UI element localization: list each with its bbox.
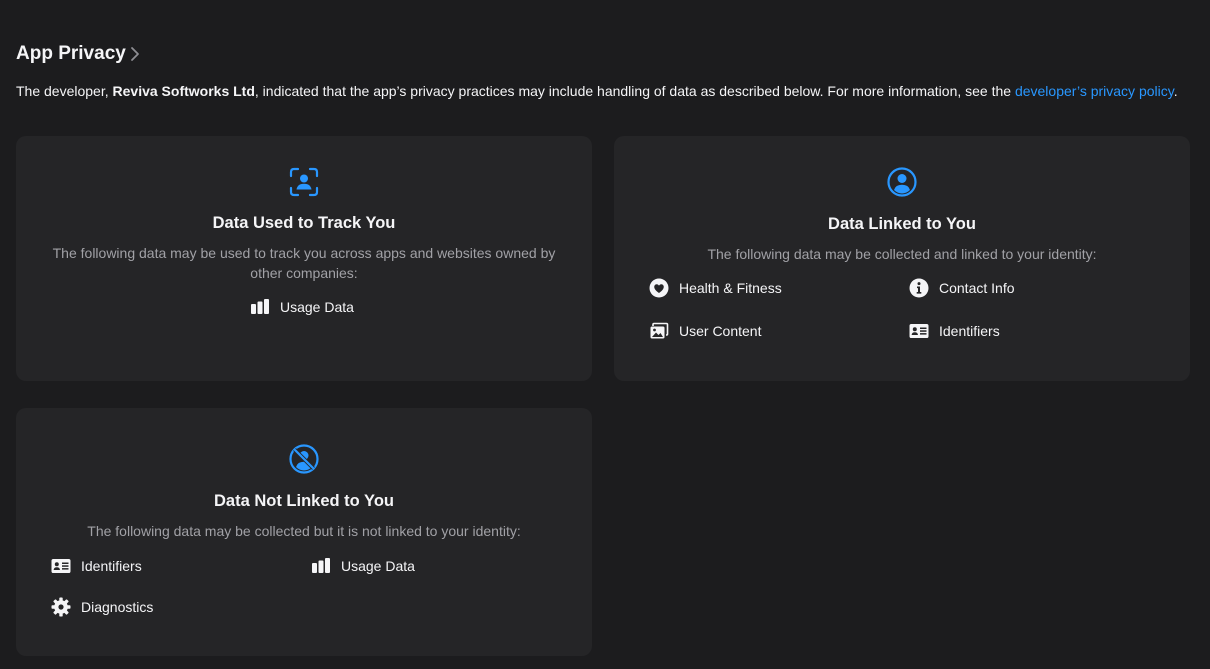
- card-data-not-linked-to-you: Data Not Linked to You The following dat…: [16, 408, 592, 656]
- info-icon: [909, 278, 929, 298]
- item-label: Usage Data: [280, 299, 354, 315]
- list-item-user-content: User Content: [649, 321, 761, 341]
- list-item-identifiers: Identifiers: [51, 556, 142, 576]
- card-data-linked-to-you: Data Linked to You The following data ma…: [614, 136, 1190, 381]
- card-data-used-to-track-you: Data Used to Track You The following dat…: [16, 136, 592, 381]
- card-description: The following data may be collected but …: [87, 523, 521, 539]
- list-item-contact-info: Contact Info: [909, 278, 1015, 298]
- chevron-right-icon: [130, 47, 139, 61]
- item-label: User Content: [679, 323, 762, 339]
- intro-text-end: .: [1173, 83, 1178, 99]
- item-label: Contact Info: [939, 280, 1015, 296]
- list-item-health-fitness: Health & Fitness: [649, 278, 782, 298]
- card-title: Data Linked to You: [828, 215, 976, 233]
- app-privacy-header[interactable]: App Privacy: [16, 43, 140, 65]
- item-label: Identifiers: [939, 323, 1000, 339]
- gear-icon: [51, 597, 71, 617]
- list-item-usage-data: Usage Data: [250, 297, 354, 317]
- heart-icon: [649, 278, 669, 298]
- section-title: App Privacy: [16, 43, 126, 64]
- card-description: The following data may be used to track …: [52, 245, 556, 281]
- card-title: Data Used to Track You: [212, 214, 396, 232]
- person-slash-icon: [289, 444, 319, 474]
- list-item-usage-data: Usage Data: [311, 556, 415, 576]
- item-label: Health & Fitness: [679, 280, 782, 296]
- item-label: Diagnostics: [81, 599, 154, 615]
- id-card-icon: [51, 559, 71, 573]
- person-viewfinder-icon: [289, 167, 319, 197]
- card-description: The following data may be collected and …: [707, 246, 1097, 262]
- item-label: Identifiers: [81, 558, 142, 574]
- bar-chart-icon: [251, 299, 269, 314]
- intro-text-middle: , indicated that the app’s privacy pract…: [254, 83, 1015, 99]
- person-circle-icon: [887, 167, 917, 197]
- card-title: Data Not Linked to You: [214, 492, 394, 510]
- privacy-policy-link[interactable]: developer’s privacy policy: [1015, 83, 1174, 99]
- item-label: Usage Data: [341, 558, 415, 574]
- bar-chart-icon: [312, 558, 330, 573]
- intro-text-start: The developer,: [16, 83, 113, 99]
- list-item-diagnostics: Diagnostics: [51, 597, 153, 617]
- list-item-identifiers: Identifiers: [909, 321, 1000, 341]
- app-privacy-page: App Privacy The developer, Reviva Softwo…: [0, 0, 1210, 669]
- privacy-intro: The developer, Reviva Softworks Ltd, ind…: [16, 81, 1191, 102]
- id-card-icon: [909, 324, 929, 338]
- photos-icon: [650, 322, 669, 339]
- developer-name: Reviva Softworks Ltd: [112, 83, 255, 99]
